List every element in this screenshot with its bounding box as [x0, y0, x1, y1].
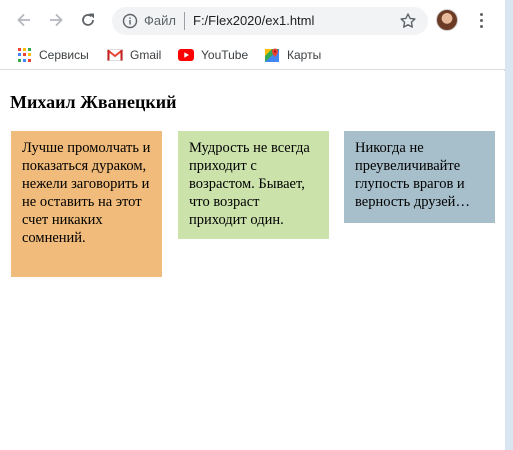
- gmail-icon: [107, 49, 123, 61]
- address-separator: [184, 12, 185, 30]
- bookmark-gmail[interactable]: Gmail: [107, 45, 161, 65]
- quote-text: Никогда не преувеличивайте глупость враг…: [355, 140, 470, 210]
- bookmark-label: Сервисы: [39, 48, 89, 62]
- quote-card: Никогда не преувеличивайте глупость враг…: [344, 131, 495, 223]
- quote-text: Лучше промолчать и показаться дураком, н…: [22, 140, 151, 246]
- quote-card: Мудрость не всегда приходит с возрастом.…: [178, 131, 329, 239]
- bookmarks-bar: Сервисы Gmail YouTube Карты: [0, 40, 505, 70]
- window-edge: [505, 0, 513, 450]
- address-bar[interactable]: Файл F:/Flex2020/ex1.html: [112, 7, 428, 35]
- address-url[interactable]: F:/Flex2020/ex1.html: [193, 13, 314, 29]
- info-icon[interactable]: [122, 13, 138, 29]
- apps-grid-icon: [18, 48, 32, 62]
- page-content: Михаил Жванецкий Лучше промолчать и пока…: [0, 71, 505, 450]
- profile-avatar[interactable]: [436, 9, 458, 31]
- bookmark-services[interactable]: Сервисы: [18, 45, 89, 65]
- bookmark-label: Карты: [287, 48, 322, 62]
- reload-button[interactable]: [76, 8, 100, 32]
- bookmark-label: YouTube: [201, 48, 249, 62]
- bookmark-youtube[interactable]: YouTube: [178, 45, 248, 65]
- quote-card: Лучше промолчать и показаться дураком, н…: [11, 131, 162, 277]
- reload-icon: [82, 13, 94, 26]
- bookmark-label: Gmail: [130, 48, 162, 62]
- maps-icon: [265, 48, 279, 62]
- kebab-menu-icon[interactable]: [474, 10, 488, 30]
- star-icon[interactable]: [399, 12, 417, 30]
- browser-toolbar: Файл F:/Flex2020/ex1.html: [0, 0, 505, 40]
- youtube-icon: [178, 49, 194, 61]
- address-scheme-label: Файл: [144, 13, 176, 28]
- bookmark-maps[interactable]: Карты: [264, 45, 321, 65]
- arrow-left-icon: [17, 13, 30, 27]
- arrow-right-icon: [50, 13, 63, 27]
- page-title: Михаил Жванецкий: [10, 92, 177, 112]
- quote-text: Мудрость не всегда приходит с возрастом.…: [189, 140, 310, 228]
- back-button[interactable]: [12, 8, 36, 32]
- forward-button[interactable]: [44, 8, 68, 32]
- browser-window: Файл F:/Flex2020/ex1.html Сервисы Gmail …: [0, 0, 505, 450]
